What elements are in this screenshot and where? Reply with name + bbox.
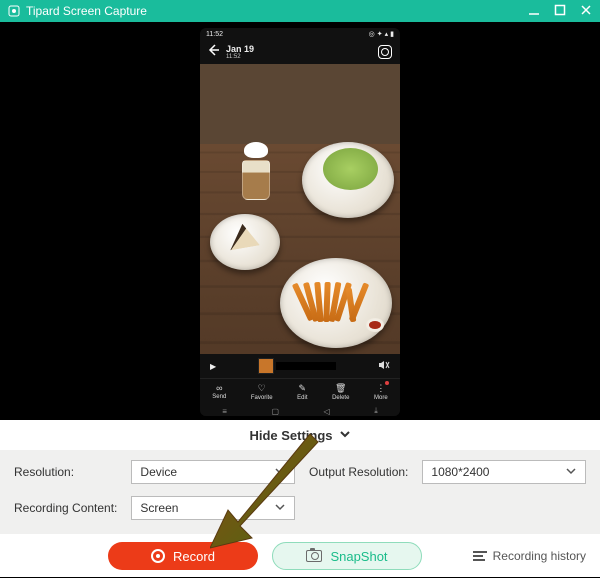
recording-content-select[interactable]: Screen xyxy=(131,496,295,520)
output-resolution-value: 1080*2400 xyxy=(431,465,489,479)
playback-row: ▶ xyxy=(200,354,400,378)
chevron-down-icon xyxy=(339,428,351,443)
lens-icon[interactable] xyxy=(378,45,392,59)
app-icon xyxy=(8,5,20,17)
phone-nav-row: ≡ ▢ ◁ ⤓ xyxy=(200,404,400,416)
status-time: 11:52 xyxy=(206,31,223,38)
recording-history-link[interactable]: Recording history xyxy=(473,549,586,563)
photo-time: 11:52 xyxy=(226,54,254,60)
phone-action-row: ∞Send ♡Favorite ✎Edit 🗑Delete ⋮More xyxy=(200,378,400,404)
titlebar: Tipard Screen Capture xyxy=(0,0,600,22)
record-label: Record xyxy=(173,549,215,564)
share-icon: ∞ xyxy=(216,383,222,393)
action-send[interactable]: ∞Send xyxy=(212,383,226,400)
resolution-value: Device xyxy=(140,465,177,479)
snapshot-label: SnapShot xyxy=(330,549,387,564)
history-label: Recording history xyxy=(493,549,586,563)
window-title: Tipard Screen Capture xyxy=(26,4,147,18)
nav-menu-icon[interactable]: ≡ xyxy=(222,407,227,416)
recording-content-value: Screen xyxy=(140,501,178,515)
record-button[interactable]: Record xyxy=(108,542,258,570)
chevron-down-icon xyxy=(565,465,577,480)
preview-area: 11:52 ◎✦▴▮ Jan 19 11:52 xyxy=(0,22,600,420)
maximize-icon[interactable] xyxy=(554,4,566,19)
resolution-label: Resolution: xyxy=(14,465,117,479)
nav-down-icon[interactable]: ⤓ xyxy=(374,406,378,416)
camera-icon xyxy=(306,550,322,562)
nav-home-icon[interactable]: ▢ xyxy=(271,407,279,416)
play-icon[interactable]: ▶ xyxy=(210,362,216,371)
device-preview: 11:52 ◎✦▴▮ Jan 19 11:52 xyxy=(200,28,400,416)
output-resolution-label: Output Resolution: xyxy=(309,465,408,479)
photo-date: Jan 19 xyxy=(226,45,254,54)
photo-header: Jan 19 11:52 xyxy=(200,40,400,64)
footer-bar: Record SnapShot Recording history xyxy=(0,534,600,578)
chevron-down-icon xyxy=(274,501,286,516)
action-favorite[interactable]: ♡Favorite xyxy=(251,383,273,401)
snapshot-button[interactable]: SnapShot xyxy=(272,542,422,570)
photo-content xyxy=(200,64,400,354)
trash-icon: 🗑 xyxy=(335,383,346,394)
pencil-icon: ✎ xyxy=(299,383,307,394)
phone-statusbar: 11:52 ◎✦▴▮ xyxy=(200,28,400,40)
settings-panel: Resolution: Device Output Resolution: 10… xyxy=(0,450,600,534)
minimize-icon[interactable] xyxy=(528,4,540,19)
thumbnail-strip[interactable] xyxy=(258,358,336,374)
back-icon[interactable] xyxy=(208,43,220,61)
action-more[interactable]: ⋮More xyxy=(374,383,388,401)
bottom-panel: Hide Settings Resolution: Device Output … xyxy=(0,420,600,577)
hide-settings-label: Hide Settings xyxy=(249,428,332,443)
close-icon[interactable] xyxy=(580,4,592,19)
output-resolution-select[interactable]: 1080*2400 xyxy=(422,460,586,484)
recording-content-label: Recording Content: xyxy=(14,501,117,515)
chevron-down-icon xyxy=(274,465,286,480)
resolution-select[interactable]: Device xyxy=(131,460,295,484)
record-icon xyxy=(151,549,165,563)
status-icons: ◎✦▴▮ xyxy=(367,30,394,38)
action-delete[interactable]: 🗑Delete xyxy=(332,383,349,401)
mute-icon[interactable] xyxy=(378,359,390,374)
hide-settings-toggle[interactable]: Hide Settings xyxy=(0,420,600,450)
history-icon xyxy=(473,549,487,563)
action-edit[interactable]: ✎Edit xyxy=(297,383,307,401)
heart-icon: ♡ xyxy=(258,383,266,394)
more-icon: ⋮ xyxy=(376,383,385,394)
nav-back-icon[interactable]: ◁ xyxy=(324,407,330,416)
